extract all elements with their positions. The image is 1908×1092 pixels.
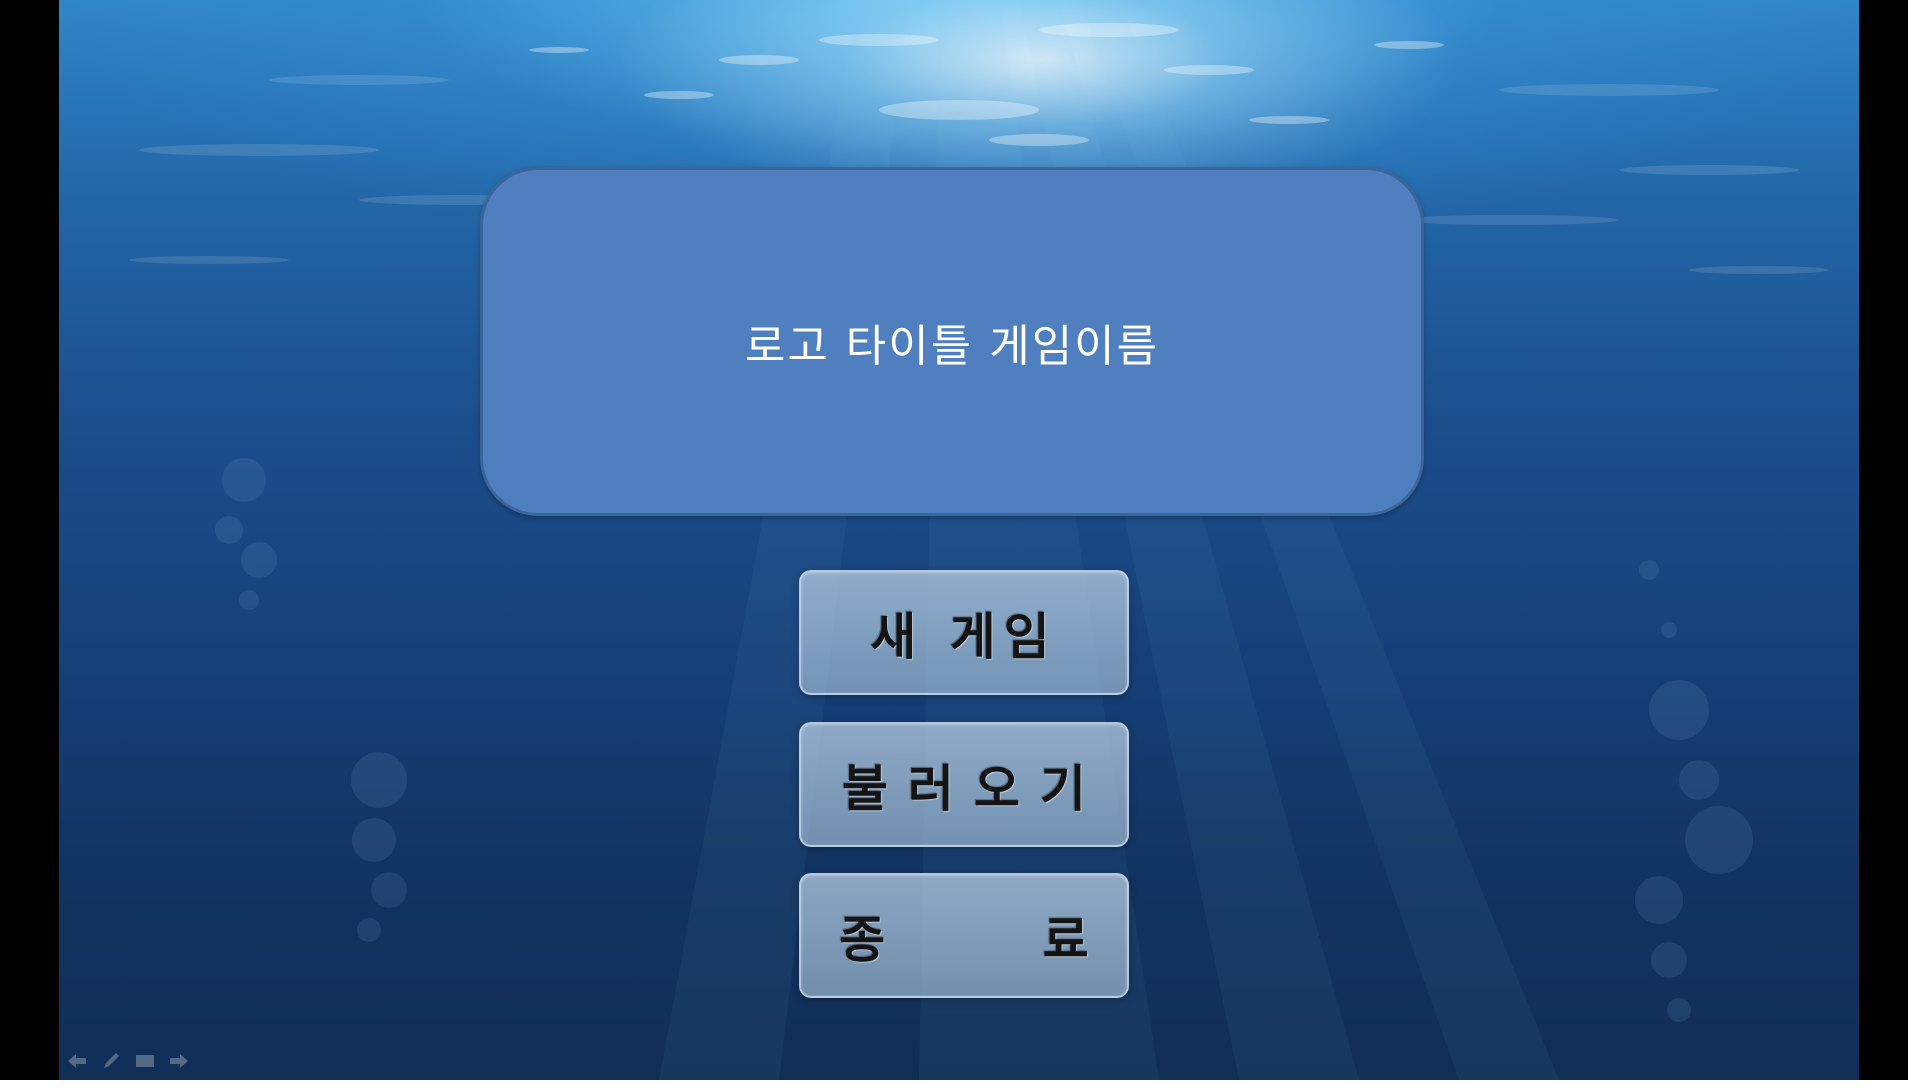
new-game-button[interactable]: 새 게임 <box>799 570 1129 695</box>
game-title-screen: 로고 타이틀 게임이름 새 게임 불러오기 종 료 <box>59 0 1859 1080</box>
slideshow-controls <box>66 1050 190 1072</box>
exit-button[interactable]: 종 료 <box>799 873 1129 998</box>
game-logo-title: 로고 타이틀 게임이름 <box>744 320 1160 372</box>
next-slide-icon[interactable] <box>168 1050 190 1072</box>
pen-icon[interactable] <box>100 1050 122 1072</box>
previous-slide-icon[interactable] <box>66 1050 88 1072</box>
exit-label: 종 료 <box>839 910 1159 969</box>
slide-menu-icon[interactable] <box>134 1050 156 1072</box>
new-game-label: 새 게임 <box>870 607 1058 666</box>
logo-title-box: 로고 타이틀 게임이름 <box>480 167 1424 516</box>
load-game-button[interactable]: 불러오기 <box>799 722 1129 847</box>
bottom-strip <box>0 1080 1908 1092</box>
load-game-label: 불러오기 <box>842 759 1106 818</box>
presentation-screen: 로고 타이틀 게임이름 새 게임 불러오기 종 료 <box>0 0 1908 1092</box>
